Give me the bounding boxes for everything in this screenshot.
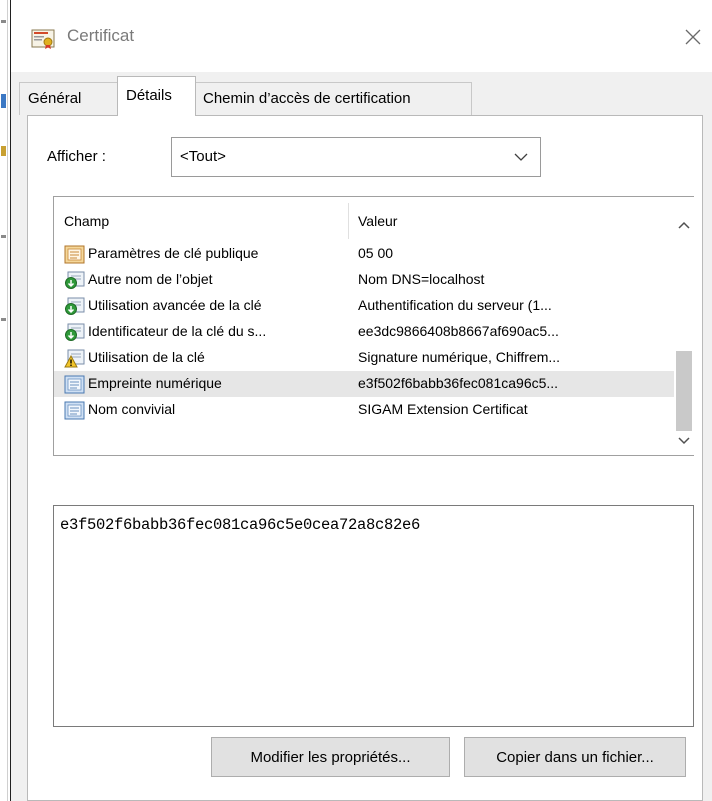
close-icon: [685, 29, 701, 45]
fields-list-header: Champ Valeur: [54, 197, 674, 241]
field-name: Empreinte numérique: [88, 375, 222, 391]
field-value-textbox[interactable]: e3f502f6babb36fec081ca96c5e0cea72a8c82e6: [53, 505, 694, 727]
tab-strip: Général Détails Chemin d’accès de certif…: [11, 76, 712, 116]
show-dropdown-value: <Tout>: [180, 148, 226, 165]
list-item[interactable]: Nom convivial SIGAM Extension Certificat: [54, 397, 674, 423]
field-name: Utilisation de la clé: [88, 349, 205, 365]
column-divider: [348, 203, 349, 239]
field-value: ee3dc9866408b8667af690ac5...: [358, 323, 559, 339]
edit-properties-button[interactable]: Modifier les propriétés...: [211, 737, 450, 777]
field-value: Signature numérique, Chiffrem...: [358, 349, 561, 365]
tab-general[interactable]: Général: [19, 82, 119, 115]
show-label: Afficher :: [47, 148, 106, 165]
chevron-down-icon: [514, 153, 528, 161]
extension-icon: [65, 271, 85, 289]
edge-mark: [1, 146, 6, 156]
column-header-value[interactable]: Valeur: [358, 213, 397, 229]
close-button[interactable]: [675, 20, 711, 54]
field-value: SIGAM Extension Certificat: [358, 401, 528, 417]
warning-extension-icon: [64, 349, 85, 368]
title-bar: Certificat: [11, 0, 712, 72]
list-item[interactable]: Autre nom de l’objet Nom DNS=localhost: [54, 267, 674, 293]
field-value: Nom DNS=localhost: [358, 271, 485, 287]
extension-icon: [65, 323, 85, 341]
field-value-text: e3f502f6babb36fec081ca96c5e0cea72a8c82e6: [60, 516, 421, 534]
copy-to-file-button[interactable]: Copier dans un fichier...: [464, 737, 686, 777]
fields-scrollbar[interactable]: [674, 197, 694, 455]
list-item[interactable]: Paramètres de clé publique 05 00: [54, 241, 674, 267]
field-value: Authentification du serveur (1...: [358, 297, 552, 313]
list-item[interactable]: Empreinte numérique e3f502f6babb36fec081…: [54, 371, 674, 397]
field-name: Autre nom de l’objet: [88, 271, 213, 287]
extension-icon: [65, 297, 85, 315]
scrollbar-thumb[interactable]: [676, 351, 692, 431]
field-name: Paramètres de clé publique: [88, 245, 259, 261]
field-name: Identificateur de la clé du s...: [88, 323, 267, 339]
details-panel: Afficher : <Tout> Champ Valeur Paramètre…: [27, 115, 703, 801]
chevron-down-icon[interactable]: [678, 437, 690, 445]
list-item[interactable]: Identificateur de la clé du s... ee3dc98…: [54, 319, 674, 345]
background-window-edge: [0, 0, 8, 801]
edge-mark: [1, 20, 6, 23]
list-item[interactable]: Utilisation de la clé Signature numériqu…: [54, 345, 674, 371]
edge-mark: [1, 94, 6, 108]
window-title: Certificat: [67, 26, 135, 45]
certificate-icon: [31, 29, 55, 49]
certificate-dialog: Certificat Général Détails Chemin d’accè…: [10, 0, 712, 801]
document-blue-icon: [64, 375, 85, 394]
tab-certification-path[interactable]: Chemin d’accès de certification: [194, 82, 472, 115]
field-value: 05 00: [358, 245, 394, 261]
tab-details[interactable]: Détails: [117, 76, 196, 116]
column-header-field[interactable]: Champ: [64, 213, 109, 229]
fields-list[interactable]: Champ Valeur Paramètres de clé publique …: [53, 196, 694, 456]
field-value: e3f502f6babb36fec081ca96c5...: [358, 375, 559, 391]
chevron-up-icon[interactable]: [678, 221, 690, 229]
field-name: Utilisation avancée de la clé: [88, 297, 262, 313]
edge-mark: [1, 235, 6, 238]
field-name: Nom convivial: [88, 401, 176, 417]
document-blue-icon: [64, 401, 85, 420]
edge-mark: [1, 318, 6, 321]
show-dropdown[interactable]: <Tout>: [171, 137, 541, 177]
document-icon: [64, 245, 85, 264]
list-item[interactable]: Utilisation avancée de la clé Authentifi…: [54, 293, 674, 319]
